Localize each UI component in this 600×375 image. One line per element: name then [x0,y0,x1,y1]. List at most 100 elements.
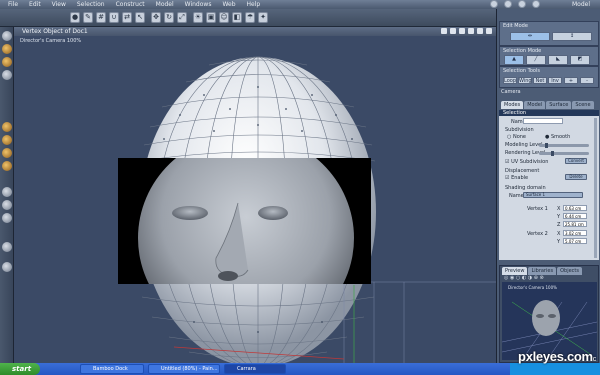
extrude-tool-icon[interactable] [2,135,12,145]
camera-icon[interactable]: ▣ [206,12,216,23]
menu-windows[interactable]: Windows [185,1,212,8]
selection-mode-label: Selection Mode [503,48,542,54]
selection-header: Selection [499,110,599,116]
knife-tool-icon[interactable] [2,161,12,171]
task-untitled-paint[interactable]: Untitled (80%) - Pain... [148,364,220,374]
enable-checkbox[interactable]: ☑ Enable [505,175,528,181]
modeling-level-label: Modeling Level [505,142,543,148]
vertex-mode-button[interactable]: ⇹ [510,32,550,41]
vertex2-x-field[interactable] [563,230,587,236]
tab-scene[interactable]: Scene [572,101,594,109]
menu-edit[interactable]: Edit [29,1,41,8]
select-tool-icon[interactable] [2,31,12,41]
vertex2-x-axis: X [557,231,561,237]
orbit-tool-icon[interactable] [2,213,12,223]
convert-button[interactable]: Convert [565,158,587,164]
modeling-level-slider[interactable] [539,143,589,148]
wing-button[interactable]: Wing [518,77,532,84]
pen-icon[interactable]: ✎ [83,12,93,23]
face-select-button[interactable]: ◣ [548,55,568,65]
menu-file[interactable]: File [8,1,18,8]
vertex-select-button[interactable]: ▲ [504,55,524,65]
room-label: Model [571,1,590,8]
uv-subdivision-checkbox[interactable]: ☑ UV Subdivision [505,159,548,165]
render-icon[interactable]: ☂ [245,12,255,23]
render-room-icon[interactable] [532,0,540,8]
face-render-image [118,158,371,284]
object-select-button[interactable]: ◩ [570,55,590,65]
link-icon[interactable]: ⇄ [122,12,132,23]
task-bamboo-dock[interactable]: Bamboo Dock [80,364,144,374]
magnet-icon[interactable]: ∪ [109,12,119,23]
selection-tools-label: Selection Tools [503,68,540,74]
lamp-icon[interactable]: ☀ [193,12,203,23]
object-mode-button[interactable]: ↕ [552,32,592,41]
vertex1-y-field[interactable] [563,213,587,219]
menu-selection[interactable]: Selection [77,1,105,8]
watermark-text: pxleyes.com [518,349,593,364]
bevel-tool-icon[interactable] [2,148,12,158]
cube-icon[interactable]: ◧ [232,12,242,23]
net-button[interactable]: Net [533,77,547,84]
arrow-icon[interactable]: ↖ [135,12,145,23]
modeling-level-knob[interactable] [545,143,548,148]
sphere-icon[interactable]: ● [70,12,80,23]
subdivision-label: Subdivision [505,127,534,133]
displacement-label: Displacement [505,168,540,174]
loop-button[interactable]: Loop [503,77,517,84]
smooth-radio[interactable]: ● Smooth [545,134,570,140]
shading-domain-label: Shading domain [505,185,546,191]
light-icon[interactable]: ✦ [258,12,268,23]
tab-modes[interactable]: Modes [501,101,524,109]
room-icons [490,0,540,8]
pan-tool-icon[interactable] [2,200,12,210]
grow-button[interactable]: + [564,77,578,84]
tab-model[interactable]: Model [524,101,546,109]
tab-libraries[interactable]: Libraries [528,267,557,275]
scale-icon[interactable]: ⤢ [177,12,187,23]
vertex1-y-axis: Y [557,214,561,220]
menu-model[interactable]: Model [156,1,174,8]
tab-surface[interactable]: Surface [546,101,572,109]
vertex1-x-field[interactable] [563,205,587,211]
menu-web[interactable]: Web [222,1,235,8]
paint-tool-icon[interactable] [2,122,12,132]
properties-scrollbar[interactable] [594,118,597,258]
vertex1-z-axis: Z [557,222,561,228]
assemble-room-icon[interactable] [490,0,498,8]
3d-viewport[interactable]: Vertex Object of Doc1 Director's Camera … [14,27,496,363]
model-room-icon[interactable] [504,0,512,8]
zoom-tool-icon[interactable] [2,187,12,197]
rotate-icon[interactable]: ↻ [164,12,174,23]
tab-objects[interactable]: Objects [557,267,582,275]
name-field[interactable] [523,118,563,124]
tab-preview[interactable]: Preview [502,267,528,275]
vertex1-z-field[interactable] [563,221,587,227]
figure-icon[interactable]: ☺ [219,12,229,23]
delete-button[interactable]: Delete [565,174,587,180]
vertex2-y-field[interactable] [563,238,587,244]
edge-select-button[interactable]: ╱ [526,55,546,65]
pxleyes-watermark: pxleyes.comc [518,349,596,364]
storyboard-room-icon[interactable] [518,0,526,8]
rendering-level-knob[interactable] [551,151,554,156]
task-carrara[interactable]: Carrara [224,364,286,374]
rotate-tool-icon[interactable] [2,57,12,67]
rendering-level-slider[interactable] [539,151,589,156]
menu-construct[interactable]: Construct [116,1,145,8]
vertex2-label: Vertex 2 [527,231,548,237]
invert-button[interactable]: Inv [548,77,562,84]
menu-view[interactable]: View [52,1,66,8]
start-button[interactable]: start [0,363,40,375]
shrink-button[interactable]: - [580,77,594,84]
grid-icon[interactable]: # [96,12,106,23]
move-tool-icon[interactable] [2,44,12,54]
marker-tool-icon[interactable] [2,262,12,272]
eyedropper-tool-icon[interactable] [2,242,12,252]
menu-help[interactable]: Help [247,1,261,8]
shading-domain-select[interactable]: Surface 1 [523,192,583,198]
selection-mode-section: Selection Mode ▲ ╱ ◣ ◩ [499,46,599,66]
move-icon[interactable]: ✥ [151,12,161,23]
none-radio[interactable]: ○ None [507,134,526,140]
scale-tool-icon[interactable] [2,70,12,80]
